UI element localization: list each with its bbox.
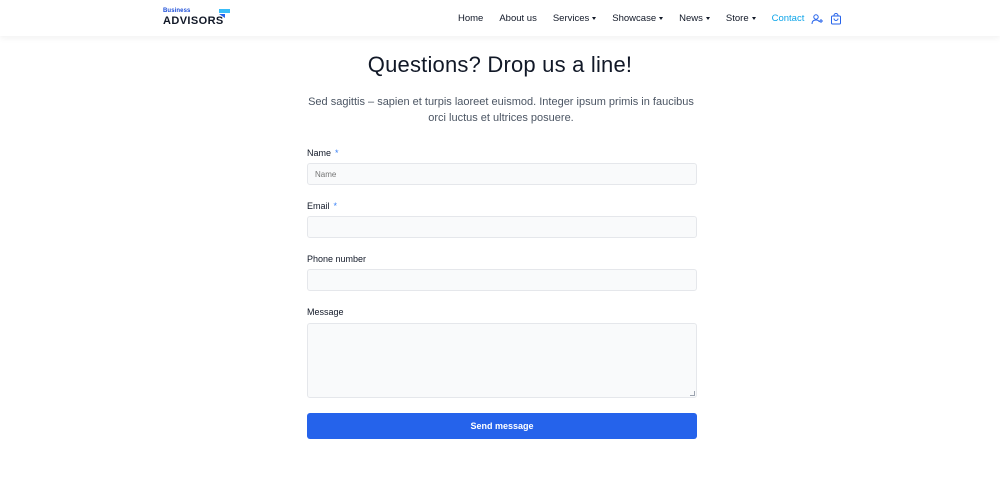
resize-handle-icon[interactable] (690, 391, 695, 396)
nav-item-label: Store (725, 12, 749, 24)
name-field[interactable] (307, 163, 697, 185)
nav-item-contact[interactable]: Contact (772, 13, 805, 24)
nav-item-label: Contact (771, 12, 805, 24)
lead-text: Sed sagittis – sapien et turpis laoreet … (308, 96, 694, 124)
message-field[interactable] (307, 323, 697, 398)
phone-field[interactable] (307, 269, 697, 291)
name-label-text: Name (307, 148, 332, 158)
logo-small-text: Business (163, 8, 191, 14)
caret-down-icon (592, 16, 597, 20)
logo[interactable]: Business ADVISORS (163, 8, 233, 28)
required-marker: * (335, 148, 339, 158)
nav-item-label: News (679, 12, 703, 24)
nav-item-store[interactable]: Store (726, 13, 756, 24)
email-label: Email * (307, 201, 337, 211)
caret-down-icon (659, 16, 664, 20)
email-field[interactable] (307, 216, 697, 238)
message-field-wrapper (307, 323, 697, 398)
nav-item-about[interactable]: About us (499, 13, 537, 24)
caret-down-icon (705, 16, 710, 20)
nav-item-home[interactable]: Home (458, 13, 483, 24)
nav-item-label: About us (499, 12, 537, 24)
required-marker: * (333, 201, 338, 211)
logo-big-text: ADVISORS (163, 15, 224, 27)
nav-item-services[interactable]: Services (552, 12, 597, 24)
name-label: Name * (307, 148, 339, 158)
nav-item-label: Showcase (612, 12, 657, 24)
nav-item-showcase[interactable]: Showcase (612, 12, 664, 24)
nav-item-label: Services (552, 12, 590, 24)
send-message-button[interactable]: Send message (307, 413, 697, 439)
user-plus-icon[interactable] (811, 12, 823, 25)
caret-down-icon (751, 16, 756, 20)
nav-item-news[interactable]: News (679, 13, 710, 24)
message-label: Message (307, 307, 344, 317)
site-header: Business ADVISORS Home About us Services… (0, 0, 1000, 36)
header-icons (811, 12, 849, 25)
main-nav: Home About us Services Showcase News Sto… (458, 0, 820, 36)
page-title: Questions? Drop us a line! (367, 52, 633, 77)
phone-label: Phone number (307, 254, 367, 264)
shopping-bag-icon[interactable] (830, 12, 842, 25)
nav-item-label: Home (458, 12, 484, 24)
flag-icon (219, 9, 230, 18)
email-label-text: Email (307, 201, 330, 211)
